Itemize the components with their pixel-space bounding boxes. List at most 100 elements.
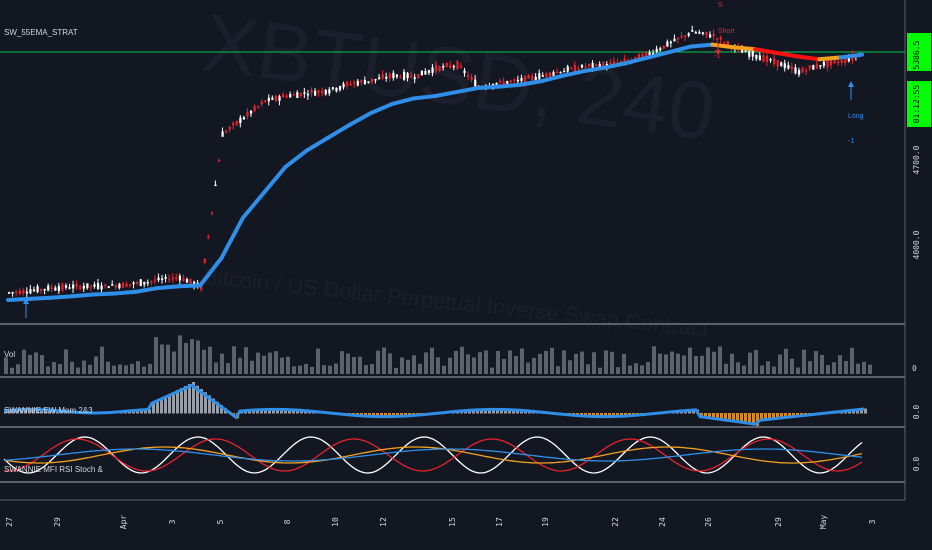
volume-bar (262, 355, 266, 374)
volume-bar (766, 361, 770, 374)
candle-body (61, 284, 64, 291)
volume-bar (676, 353, 680, 374)
ema-segment (240, 190, 267, 220)
ema-segment (795, 54, 822, 62)
volume-bar (634, 363, 638, 374)
candle-body (815, 63, 818, 69)
volume-bar (196, 340, 200, 374)
volume-bar (658, 353, 662, 374)
volume-bar (250, 360, 254, 374)
candle-body (805, 70, 808, 72)
candle-body (591, 62, 594, 68)
candle-body (698, 32, 701, 34)
volume-bar (190, 339, 194, 374)
volume-bar (520, 348, 524, 374)
time-tick-17: 17 (495, 517, 504, 527)
candle-body (331, 87, 335, 89)
volume-bar (430, 347, 434, 374)
volume-bar (370, 364, 374, 374)
candle-body (442, 65, 445, 68)
candle-body (260, 101, 263, 105)
candle-body (121, 282, 125, 288)
candle-body (246, 111, 249, 117)
candle-body (392, 72, 395, 79)
volume-bar (460, 346, 464, 374)
ema-segment (475, 84, 502, 91)
main-study-label[interactable]: SW_55EMA_STRAT (4, 28, 78, 37)
candle-body (43, 288, 46, 291)
candle-body (644, 51, 648, 56)
candle-body (420, 70, 423, 76)
time-axis[interactable]: 27 29 Apr 3 5 8 10 12 15 17 19 22 24 26 … (5, 515, 877, 530)
candle-body (285, 95, 288, 98)
candle-body (794, 67, 797, 74)
candle-body (694, 31, 697, 34)
volume-bar (376, 350, 380, 374)
candle-body (50, 287, 53, 289)
candle-body (719, 37, 722, 40)
candle-body (367, 81, 370, 83)
volume-bar (70, 361, 74, 374)
volume-study-label[interactable]: Vol (4, 350, 15, 359)
time-tick-apr: Apr (119, 515, 128, 530)
volume-bar (514, 355, 518, 374)
candle-body (402, 71, 406, 80)
candle-body (801, 67, 804, 73)
price-axis[interactable]: 5386.5 01:12:55 4700.0 4000.0 0 0.0 0.0 (907, 33, 931, 471)
candle-body (242, 117, 246, 120)
volume-bar (340, 351, 344, 374)
candle-body (431, 67, 434, 74)
volume-bar (604, 350, 608, 374)
candle-body (214, 184, 217, 187)
candle-body (29, 289, 32, 294)
candle-body (18, 290, 21, 295)
momentum-study-label[interactable]: SWANNIE EW Mom 2&3 (4, 406, 93, 415)
ema-segment (262, 164, 288, 195)
chart-canvas[interactable]: XBTUSD, 240 Bitcoin / US Dollar Perpetua… (0, 0, 932, 550)
volume-bar (52, 362, 56, 374)
ema-segment (219, 215, 245, 260)
volume-bar (328, 365, 332, 374)
candle-body (271, 97, 274, 100)
candle-body (602, 62, 605, 67)
volume-bar (832, 362, 836, 374)
ema-segment (347, 111, 373, 127)
momentum-bar (864, 408, 867, 414)
candle-body (716, 38, 719, 40)
oscillator-study-label[interactable]: SWANNIE MFI RSI Stoch & (4, 465, 103, 474)
candle-body (96, 283, 100, 289)
candle-body (370, 78, 374, 83)
candle-body (221, 131, 224, 137)
long-number-right: -1 (848, 138, 854, 145)
volume-bar (592, 352, 596, 374)
volume-bar (436, 357, 440, 374)
candle-body (32, 289, 36, 292)
candle-body (335, 87, 338, 92)
candle-body (225, 130, 228, 133)
candle-body (456, 61, 459, 69)
volume-bar (304, 363, 308, 374)
time-tick-24: 24 (658, 517, 667, 527)
volume-bar (34, 352, 38, 374)
candle-body (328, 89, 331, 94)
time-tick-5: 5 (216, 519, 225, 524)
momentum-histogram (3, 382, 867, 426)
candle-body (303, 92, 306, 94)
candle-body (314, 90, 317, 96)
candle-body (762, 55, 765, 62)
volume-bars (4, 335, 872, 374)
ema-segment (326, 122, 352, 140)
volume-bar (298, 365, 302, 374)
volume-bar (28, 354, 32, 374)
volume-bar (610, 351, 614, 374)
candle-body (527, 75, 530, 79)
candle-body (274, 95, 278, 101)
candle-body (563, 70, 566, 73)
volume-bar (544, 350, 548, 374)
volume-bar (850, 347, 854, 374)
candle-body (531, 75, 534, 81)
candle-body (780, 62, 783, 67)
countdown-label: 01:12:55 (912, 85, 921, 124)
candle-body (111, 284, 114, 286)
volume-bar (358, 356, 362, 374)
